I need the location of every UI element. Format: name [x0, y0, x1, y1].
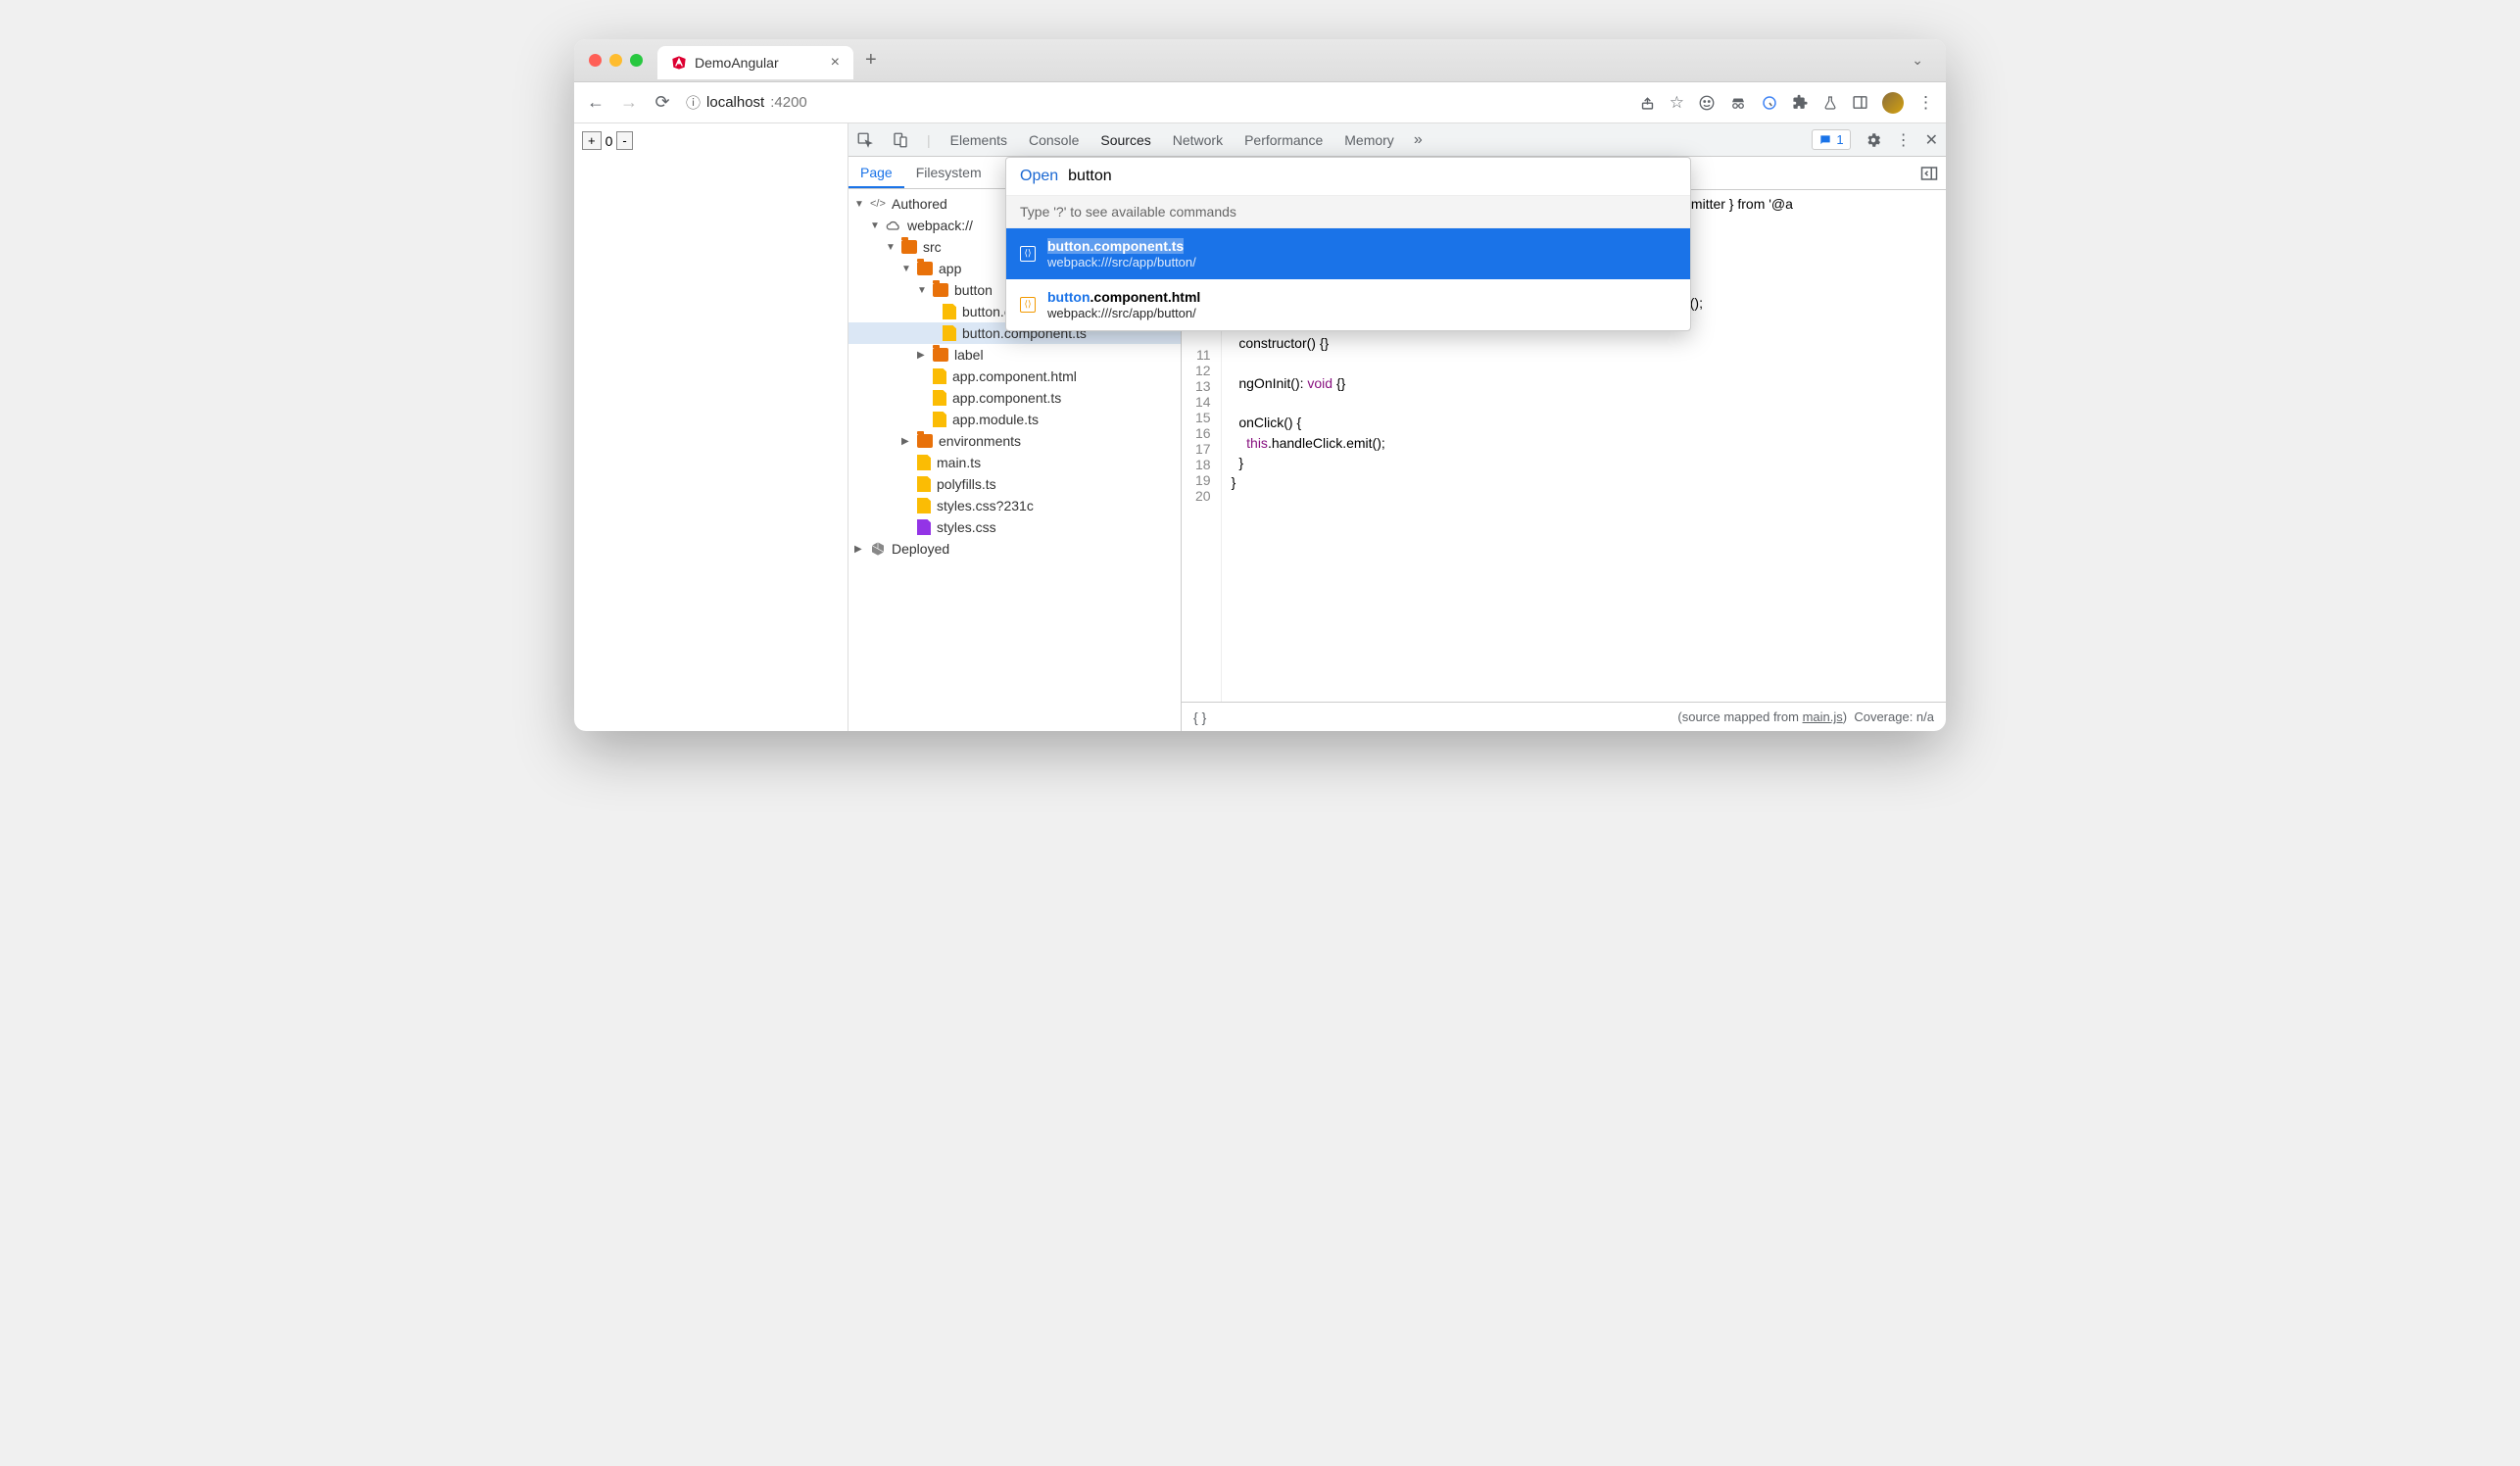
- tree-deployed[interactable]: ▶Deployed: [848, 538, 1181, 560]
- browser-window: DemoAngular × + ⌄ ← → ⟳ ⓘ localhost :4200…: [574, 39, 1946, 731]
- close-window-button[interactable]: [589, 54, 602, 67]
- url-host: localhost: [706, 94, 764, 111]
- titlebar: DemoAngular × + ⌄: [574, 39, 1946, 82]
- tree-environments[interactable]: ▶environments: [848, 430, 1181, 452]
- tab-sources[interactable]: Sources: [1098, 126, 1152, 154]
- tab-performance[interactable]: Performance: [1242, 126, 1325, 154]
- palette-open-label: Open: [1020, 168, 1058, 185]
- palette-result-1[interactable]: ⟨⟩ button.component.html webpack:///src/…: [1006, 279, 1690, 330]
- coverage-label: Coverage: n/a: [1854, 709, 1934, 724]
- labs-flask-icon[interactable]: [1822, 94, 1838, 112]
- tree-polyfills[interactable]: polyfills.ts: [848, 473, 1181, 495]
- share-icon[interactable]: [1639, 94, 1656, 111]
- tree-main-ts[interactable]: main.ts: [848, 452, 1181, 473]
- forward-button[interactable]: →: [619, 92, 639, 113]
- settings-gear-icon[interactable]: [1865, 131, 1882, 149]
- command-palette: Open Type '?' to see available commands …: [1005, 157, 1691, 331]
- bookmark-star-icon[interactable]: ☆: [1670, 93, 1684, 113]
- device-toggle-icon[interactable]: [892, 131, 909, 149]
- angular-icon: [671, 55, 687, 71]
- pretty-print-icon[interactable]: { }: [1193, 709, 1206, 725]
- extension-incognito-icon[interactable]: [1729, 94, 1747, 112]
- maximize-window-button[interactable]: [630, 54, 643, 67]
- extension-face-icon[interactable]: [1698, 94, 1716, 112]
- tree-styles-q[interactable]: styles.css?231c: [848, 495, 1181, 516]
- file-script-icon: ⟨⟩: [1020, 297, 1036, 313]
- extension-circle-icon[interactable]: [1761, 94, 1778, 112]
- tree-app-module[interactable]: app.module.ts: [848, 409, 1181, 430]
- sources-tab-filesystem[interactable]: Filesystem: [904, 157, 993, 188]
- window-controls: [589, 54, 643, 67]
- close-devtools-icon[interactable]: ✕: [1925, 130, 1938, 150]
- site-info-icon[interactable]: ⓘ: [686, 92, 701, 113]
- palette-result-0[interactable]: ⟨⟩ button.component.ts webpack:///src/ap…: [1006, 228, 1690, 279]
- chrome-menu-icon[interactable]: ⋮: [1917, 93, 1934, 113]
- counter-minus-button[interactable]: -: [616, 131, 632, 150]
- reload-button[interactable]: ⟳: [653, 92, 672, 113]
- tree-app-ts[interactable]: app.component.ts: [848, 387, 1181, 409]
- devtools-body: Page Filesystem ▼</>Authored ▼webpack://…: [848, 157, 1946, 731]
- devtools-menu-icon[interactable]: ⋮: [1896, 130, 1912, 150]
- tab-console[interactable]: Console: [1027, 126, 1081, 154]
- source-map-link[interactable]: main.js: [1803, 709, 1843, 724]
- back-button[interactable]: ←: [586, 92, 606, 113]
- counter-plus-button[interactable]: +: [582, 131, 602, 150]
- tree-label-folder[interactable]: ▶label: [848, 344, 1181, 366]
- palette-hint: Type '?' to see available commands: [1006, 195, 1690, 228]
- palette-input[interactable]: [1068, 168, 1676, 185]
- profile-avatar[interactable]: [1882, 92, 1904, 114]
- devtools-toolbar: | Elements Console Sources Network Perfo…: [848, 123, 1946, 157]
- devtools-panel: | Elements Console Sources Network Perfo…: [848, 123, 1946, 731]
- tree-app-html[interactable]: app.component.html: [848, 366, 1181, 387]
- browser-tab[interactable]: DemoAngular ×: [657, 46, 853, 79]
- page-viewport: + 0 -: [574, 123, 848, 731]
- tab-list-caret-icon[interactable]: ⌄: [1904, 52, 1931, 69]
- tree-styles[interactable]: styles.css: [848, 516, 1181, 538]
- new-tab-button[interactable]: +: [865, 49, 877, 72]
- content-area: + 0 - | Elements Console Sources Network…: [574, 123, 1946, 731]
- toolbar-icons: ☆ ⋮: [1639, 92, 1934, 114]
- more-tabs-icon[interactable]: »: [1414, 131, 1423, 149]
- counter-value: 0: [606, 133, 613, 149]
- sources-tab-page[interactable]: Page: [848, 157, 904, 188]
- url-bar: ← → ⟳ ⓘ localhost :4200 ☆: [574, 82, 1946, 123]
- file-script-icon: ⟨⟩: [1020, 246, 1036, 262]
- issues-count: 1: [1836, 132, 1843, 147]
- url-port: :4200: [770, 94, 807, 111]
- tab-title: DemoAngular: [695, 55, 779, 71]
- close-tab-icon[interactable]: ×: [831, 54, 840, 72]
- side-panel-icon[interactable]: [1852, 94, 1868, 111]
- inspect-element-icon[interactable]: [856, 131, 874, 149]
- address-field[interactable]: ⓘ localhost :4200: [686, 92, 1625, 113]
- editor-statusbar: { } (source mapped from main.js) Coverag…: [1182, 702, 1946, 731]
- tab-network[interactable]: Network: [1171, 126, 1225, 154]
- tab-elements[interactable]: Elements: [948, 126, 1009, 154]
- minimize-window-button[interactable]: [609, 54, 622, 67]
- tab-memory[interactable]: Memory: [1342, 126, 1396, 154]
- issues-badge[interactable]: 1: [1812, 129, 1850, 150]
- extensions-puzzle-icon[interactable]: [1792, 94, 1809, 111]
- editor-toggle-sidebar-icon[interactable]: [1920, 166, 1938, 181]
